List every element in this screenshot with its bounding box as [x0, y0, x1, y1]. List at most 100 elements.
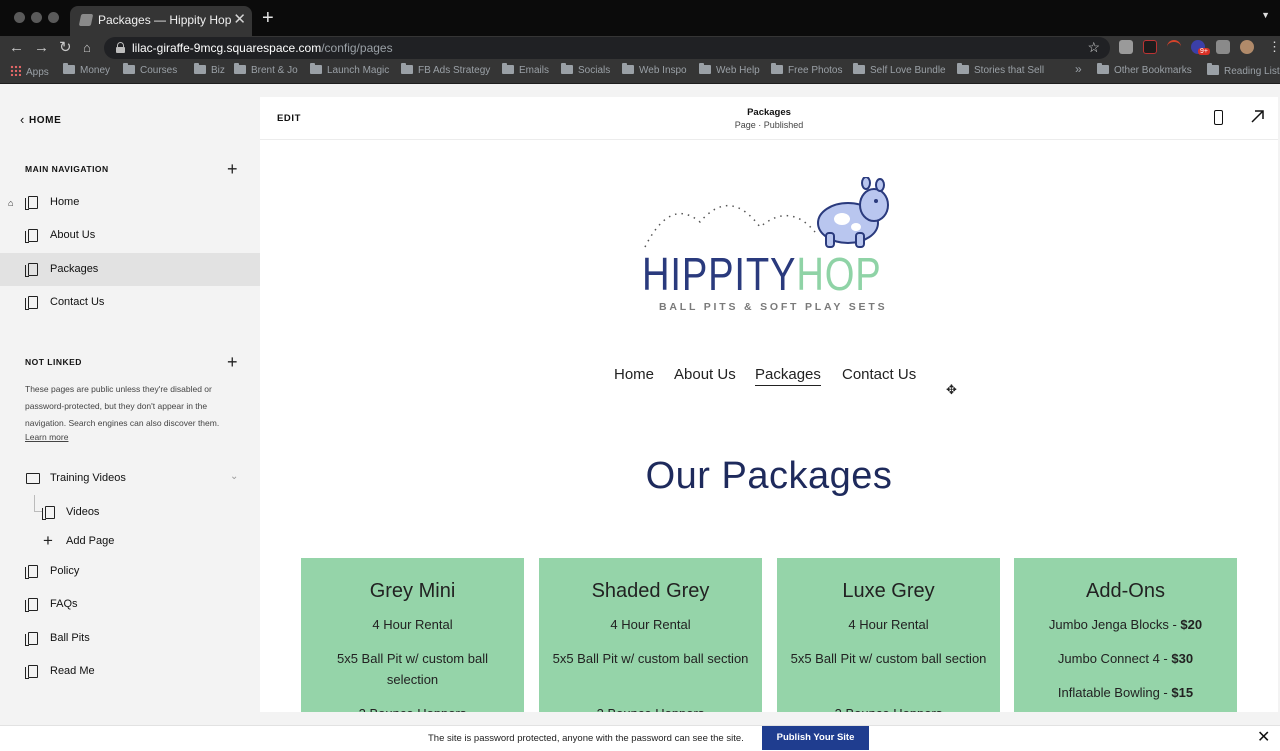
close-icon[interactable]: ✕ — [1257, 729, 1270, 747]
add-page-button[interactable]: + Add Page — [0, 525, 260, 558]
bookmark-folder[interactable]: Courses — [123, 63, 177, 79]
bookmark-folder[interactable]: Money — [63, 63, 110, 79]
package-duration: 4 Hour Rental — [848, 617, 929, 632]
pinterest-extension-icon[interactable] — [1143, 40, 1157, 54]
nav-item-policy[interactable]: Policy — [0, 555, 260, 588]
home-icon[interactable]: ⌂ — [83, 38, 91, 58]
add-main-nav-page-button[interactable]: + — [227, 160, 238, 178]
bookmark-folder[interactable]: Web Inspo — [622, 63, 687, 79]
site-nav-about-us[interactable]: About Us — [674, 366, 736, 383]
bookmarks-bar: Apps Money Courses Biz Brent & Jo Launch… — [0, 60, 1280, 84]
bookmark-folder[interactable]: Free Photos — [771, 63, 842, 79]
add-not-linked-page-button[interactable]: + — [227, 353, 238, 371]
address-bar[interactable]: lilac-giraffe-9mcg.squarespace.com/confi… — [104, 37, 1110, 59]
bookmark-folder[interactable]: Brent & Jo — [234, 63, 298, 79]
package-extra: 2 Bounce Hoppers — [311, 703, 514, 712]
extensions-puzzle-icon[interactable] — [1216, 40, 1230, 54]
nav-item-home[interactable]: ⌂ Home — [0, 186, 260, 219]
folder-icon — [957, 63, 969, 74]
bookmark-apps[interactable]: Apps — [10, 65, 49, 79]
nav-item-about-us[interactable]: About Us — [0, 219, 260, 252]
bookmark-folder[interactable]: Stories that Sell — [957, 63, 1044, 79]
addons-card: Add-Ons Jumbo Jenga Blocks - $20 Jumbo C… — [1014, 558, 1237, 712]
page-title: Packages — [747, 107, 791, 118]
nav-item-packages[interactable]: Packages — [0, 253, 260, 286]
bookmark-other[interactable]: Other Bookmarks — [1097, 63, 1192, 79]
tab-close-icon[interactable]: ✕ — [233, 10, 246, 30]
package-title: Luxe Grey — [842, 580, 935, 602]
nav-item-contact-us[interactable]: Contact Us — [0, 286, 260, 319]
editor-header: EDIT Packages Page · Published — [260, 97, 1278, 140]
camera-extension-icon[interactable] — [1119, 40, 1133, 54]
nav-item-training-videos-folder[interactable]: Training Videos ⌄ — [0, 462, 260, 495]
bookmark-folder[interactable]: Emails — [502, 63, 549, 79]
nav-item-ball-pits[interactable]: Ball Pits — [0, 622, 260, 655]
close-window-dot[interactable] — [14, 12, 25, 23]
nav-item-read-me[interactable]: Read Me — [0, 655, 260, 688]
reload-icon[interactable]: ↻ — [59, 38, 72, 58]
site-preview-frame: EDIT Packages Page · Published HIPPITYHO… — [260, 97, 1278, 712]
page-icon — [25, 598, 38, 612]
main-navigation-heading: MAIN NAVIGATION — [25, 164, 109, 174]
package-description: 5x5 Ball Pit w/ custom ball section — [790, 651, 987, 666]
minimize-window-dot[interactable] — [31, 12, 42, 23]
package-extra: 2 Bounce Hoppers — [787, 703, 990, 712]
bookmark-folder[interactable]: Launch Magic — [310, 63, 389, 79]
nav-item-label: Videos — [66, 506, 100, 518]
addon-item: Jumbo Jenga Blocks - $20 — [1048, 617, 1203, 632]
profile-avatar[interactable] — [1240, 40, 1254, 54]
site-nav-packages[interactable]: Packages — [755, 366, 821, 386]
bookmarks-overflow-button[interactable]: » — [1075, 62, 1082, 76]
addon-item: Inflatable Bowling - $15 — [1057, 685, 1194, 700]
publish-site-button[interactable]: Publish Your Site — [762, 726, 869, 750]
nav-item-label: About Us — [50, 229, 96, 241]
folder-icon — [194, 63, 206, 74]
nav-item-label: Contact Us — [50, 296, 105, 308]
nav-item-label: Policy — [50, 565, 80, 577]
browser-tab[interactable]: Packages — Hippity Hop ✕ — [70, 6, 252, 36]
zoom-window-dot[interactable] — [48, 12, 59, 23]
tab-search-chevron-icon[interactable]: ▼ — [1261, 10, 1270, 20]
bookmark-star-icon[interactable]: ☆ — [1087, 39, 1100, 56]
hippo-mascot-icon — [644, 177, 889, 248]
add-page-label: Add Page — [66, 535, 115, 547]
back-arrow-icon[interactable]: ← — [9, 38, 24, 58]
url-text[interactable]: lilac-giraffe-9mcg.squarespace.com/confi… — [132, 41, 393, 55]
tracker-extension-icon[interactable] — [1167, 40, 1181, 54]
bookmark-folder[interactable]: Self Love Bundle — [853, 63, 946, 79]
forward-arrow-icon[interactable]: → — [34, 38, 49, 58]
page-icon — [25, 229, 38, 243]
open-external-icon[interactable] — [1250, 108, 1266, 124]
logo-tagline: BALL PITS & SOFT PLAY SETS — [659, 301, 888, 313]
bookmark-folder[interactable]: Web Help — [699, 63, 760, 79]
folder-icon — [622, 63, 634, 74]
bookmark-folder[interactable]: FB Ads Strategy — [401, 63, 490, 79]
page-icon — [25, 296, 38, 310]
chevron-down-icon[interactable]: ⌄ — [230, 471, 238, 482]
browser-menu-icon[interactable]: ⋮ — [1268, 39, 1280, 55]
folder-icon — [1097, 63, 1109, 74]
lock-icon[interactable] — [116, 42, 125, 53]
reading-list-button[interactable]: Reading List — [1207, 63, 1280, 79]
folder-icon — [502, 63, 514, 74]
bookmark-folder[interactable]: Socials — [561, 63, 610, 79]
mobile-preview-icon[interactable] — [1214, 110, 1223, 125]
page-icon — [25, 632, 38, 646]
package-card: Grey Mini 4 Hour Rental 5x5 Ball Pit w/ … — [301, 558, 524, 712]
site-nav-contact-us[interactable]: Contact Us — [842, 366, 916, 383]
learn-more-link[interactable]: Learn more — [25, 432, 68, 442]
site-nav-home[interactable]: Home — [614, 366, 654, 383]
page-icon — [25, 196, 38, 210]
nav-item-faqs[interactable]: FAQs — [0, 588, 260, 621]
back-home-button[interactable]: ‹ HOME — [20, 112, 61, 127]
browser-tab-bar: Packages — Hippity Hop ✕ + ▼ — [0, 0, 1280, 36]
addon-item: Jumbo Connect 4 - $30 — [1057, 651, 1194, 666]
package-title: Grey Mini — [369, 580, 456, 602]
site-logo[interactable]: HIPPITYHOP BALL PITS & SOFT PLAY SETS — [630, 177, 910, 317]
addons-title: Add-Ons — [1086, 580, 1165, 602]
password-banner-message: The site is password protected, anyone w… — [428, 733, 744, 744]
nav-item-label: Training Videos — [50, 472, 126, 484]
bookmark-folder[interactable]: Biz — [194, 63, 225, 79]
new-tab-button[interactable]: + — [262, 5, 274, 31]
password-banner: The site is password protected, anyone w… — [0, 725, 1280, 751]
